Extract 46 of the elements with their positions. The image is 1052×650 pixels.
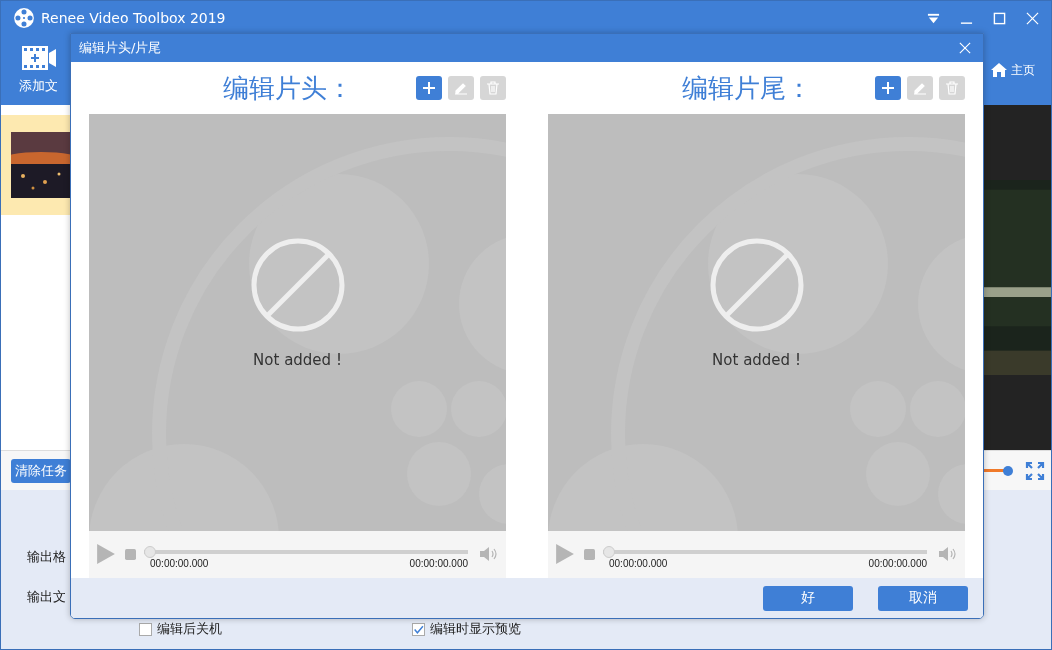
plus-icon [421,80,437,96]
clear-tasks-button[interactable]: 清除任务 [11,458,71,483]
output-label: 输出文 [27,588,66,606]
option-checkbox[interactable]: 编辑后关机 [139,620,222,638]
close-icon[interactable] [959,42,971,54]
progress-slider[interactable] [603,546,615,558]
option-checkbox[interactable]: 编辑时显示预览 [412,620,521,638]
trash-icon [485,80,501,96]
film-plus-icon [20,45,57,71]
close-icon[interactable] [1026,11,1039,25]
status-text: Not added ! [712,350,801,369]
start-time: 00:00:00.000 [609,558,668,569]
panel-heading: 编辑片尾： [681,71,812,105]
start-time: 00:00:00.000 [150,558,209,569]
home-icon [991,62,1007,78]
home-button[interactable]: 主页 [985,60,1041,80]
stop-icon[interactable] [125,549,136,560]
panel-heading: 编辑片头： [222,71,353,105]
stop-icon[interactable] [584,549,595,560]
play-icon[interactable] [97,544,115,564]
maximize-icon[interactable] [993,11,1006,25]
dialog-title: 编辑片头/片尾 [79,39,162,57]
add-button[interactable] [416,76,442,100]
dialog-button[interactable]: 取消 [878,585,968,611]
checkbox[interactable] [139,622,152,636]
plus-icon [880,80,896,96]
output-label: 输出格 [27,548,66,566]
end-time: 00:00:00.000 [868,558,927,569]
task-item[interactable] [1,115,71,215]
add-button[interactable] [875,76,901,100]
no-entry-icon [249,236,346,333]
dialog-button[interactable]: 好 [763,585,853,611]
volume-icon[interactable] [480,546,498,562]
dropdown-menu-icon[interactable] [927,11,940,25]
film-reel-icon [13,7,35,29]
window-title: Renee Video Toolbox 2019 [41,10,226,26]
no-entry-icon [708,236,805,333]
status-text: Not added ! [253,350,342,369]
play-icon[interactable] [556,544,574,564]
checkbox[interactable] [412,622,425,636]
volume-icon[interactable] [939,546,957,562]
add-file-button[interactable]: 添加文 [1,45,58,95]
fullscreen-icon[interactable] [1025,460,1045,481]
progress-slider[interactable] [144,546,156,558]
trash-icon [944,80,960,96]
end-time: 00:00:00.000 [409,558,468,569]
